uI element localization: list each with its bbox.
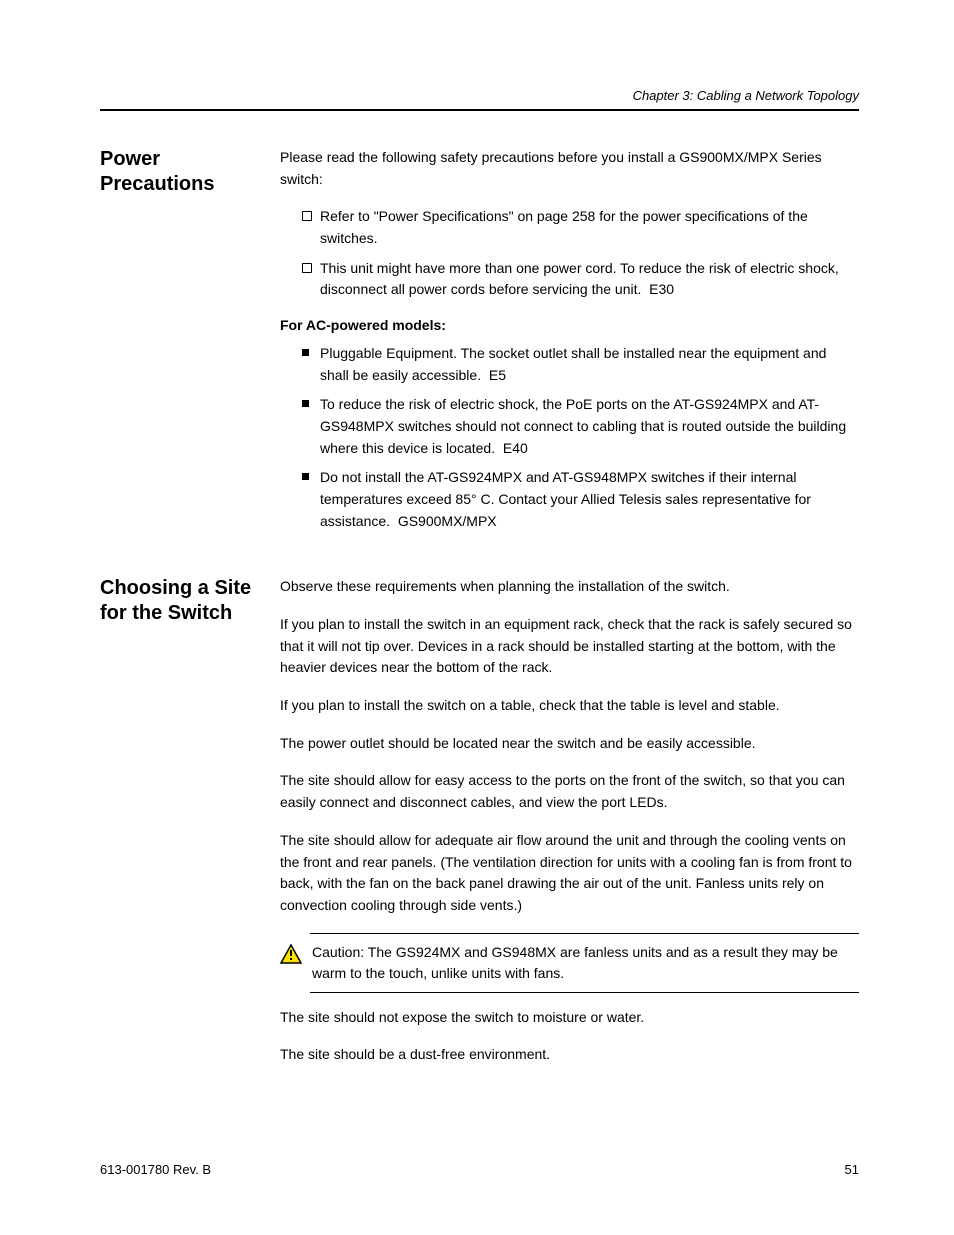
power-open-list: Refer to "Power Specifications" on page … <box>280 206 859 301</box>
list-item: This unit might have more than one power… <box>302 258 859 301</box>
site-p6: The site should allow for adequate air f… <box>280 830 859 917</box>
list-item-text: Pluggable Equipment. The socket outlet s… <box>320 345 826 383</box>
site-p7: The site should not expose the switch to… <box>280 1007 859 1029</box>
list-item: To reduce the risk of electric shock, th… <box>302 394 859 459</box>
caution-rule-bottom <box>310 992 859 993</box>
ref-code: E5 <box>481 367 506 383</box>
list-item: Do not install the AT-GS924MPX and AT-GS… <box>302 467 859 532</box>
section-body-site: Observe these requirements when planning… <box>280 576 859 1082</box>
ac-models-label: For AC-powered models: <box>280 315 859 337</box>
section-title-site: Choosing a Site for the Switch <box>100 576 280 626</box>
caution-block: Caution: The GS924MX and GS948MX are fan… <box>280 933 859 993</box>
list-item: Pluggable Equipment. The socket outlet s… <box>302 343 859 386</box>
site-p4: The power outlet should be located near … <box>280 733 859 755</box>
site-p8: The site should be a dust-free environme… <box>280 1044 859 1066</box>
ref-code: GS900MX/MPX <box>390 513 497 529</box>
ref-code: E30 <box>641 281 674 297</box>
footer-left: 613-001780 Rev. B <box>100 1162 211 1177</box>
caution-rule-top <box>310 933 859 934</box>
warning-icon <box>280 944 302 971</box>
footer-page-number: 51 <box>845 1162 859 1177</box>
site-p5: The site should allow for easy access to… <box>280 770 859 813</box>
section-title-power: Power Precautions <box>100 147 280 197</box>
list-item-text: To reduce the risk of electric shock, th… <box>320 396 846 455</box>
ref-code: E40 <box>495 440 528 456</box>
list-item: Refer to "Power Specifications" on page … <box>302 206 859 249</box>
list-item-text: This unit might have more than one power… <box>320 260 839 298</box>
site-p2: If you plan to install the switch in an … <box>280 614 859 679</box>
page-header-right: Chapter 3: Cabling a Network Topology <box>100 88 859 103</box>
site-p3: If you plan to install the switch on a t… <box>280 695 859 717</box>
section-body-power: Please read the following safety precaut… <box>280 147 859 546</box>
site-p1: Observe these requirements when planning… <box>280 576 859 598</box>
caution-text: Caution: The GS924MX and GS948MX are fan… <box>312 942 859 984</box>
power-square-list: Pluggable Equipment. The socket outlet s… <box>280 343 859 533</box>
power-intro: Please read the following safety precaut… <box>280 147 859 190</box>
header-rule <box>100 109 859 111</box>
